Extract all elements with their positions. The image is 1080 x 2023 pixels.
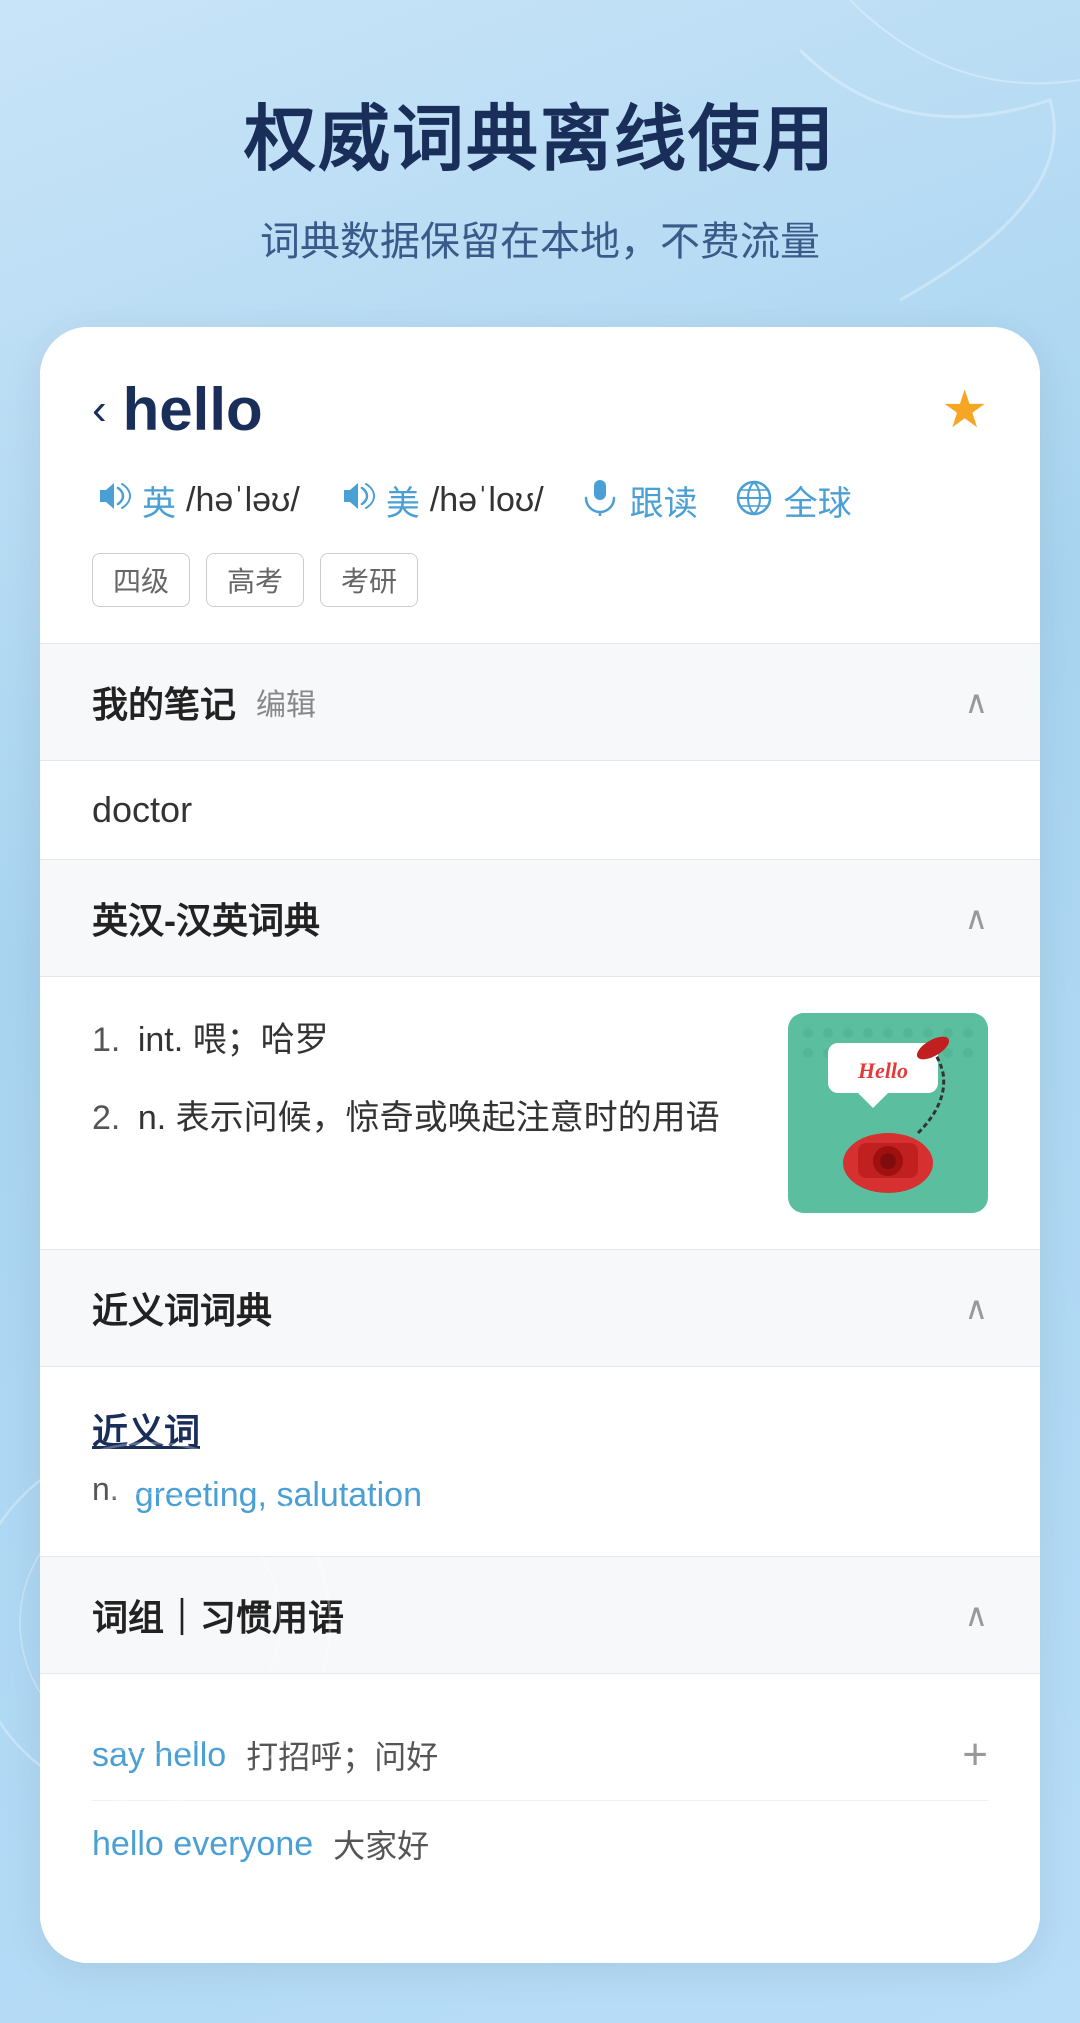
notes-edit-button[interactable]: 编辑 [256, 680, 316, 724]
british-label: 英 [142, 476, 176, 525]
dictionary-section-header[interactable]: 英汉-汉英词典 ∧ [40, 860, 1040, 976]
hello-image: Hello [788, 1013, 988, 1213]
dictionary-title: 英汉-汉英词典 [92, 892, 320, 944]
svg-text:Hello: Hello [857, 1058, 908, 1083]
favorite-star-icon[interactable]: ★ [941, 380, 988, 440]
tag-gaokao: 高考 [206, 553, 304, 607]
definition-1: 1. int. 喂；哈罗 [92, 1013, 764, 1067]
synonyms-label: 近义词 [92, 1403, 988, 1455]
dictionary-chevron-icon: ∧ [965, 899, 988, 937]
speaker-icon [92, 476, 132, 525]
word-heading: hello [123, 375, 263, 444]
synonyms-chevron-icon: ∧ [965, 1289, 988, 1327]
hero-subtitle: 词典数据保留在本地，不费流量 [40, 209, 1040, 267]
page-bottom-space [0, 1963, 1080, 2023]
phrases-chevron-icon: ∧ [965, 1596, 988, 1634]
definition-2: 2. n. 表示问候，惊奇或唤起注意时的用语 [92, 1091, 764, 1145]
american-label: 美 [386, 476, 420, 525]
notes-title: 我的笔记 [92, 676, 236, 728]
word-tags: 四级 高考 考研 [92, 553, 988, 607]
dictionary-content: 1. int. 喂；哈罗 2. n. 表示问候，惊奇或唤起注意时的用语 [40, 977, 1040, 1249]
synonyms-words[interactable]: greeting, salutation [135, 1476, 422, 1515]
phrases-title: 词组｜习惯用语 [92, 1589, 344, 1641]
follow-read-label: 跟读 [630, 476, 698, 525]
def-text-2: n. 表示问候，惊奇或唤起注意时的用语 [138, 1099, 720, 1137]
dictionary-card: ‹ hello ★ 英 /həˈləʊ/ [40, 327, 1040, 1963]
notes-content: doctor [40, 761, 1040, 859]
follow-read-button[interactable]: 跟读 [580, 476, 698, 525]
phrase-add-button-1[interactable]: + [962, 1730, 988, 1780]
tag-postgrad: 考研 [320, 553, 418, 607]
american-phonetic: /həˈloʊ/ [430, 481, 544, 520]
notes-text: doctor [92, 789, 192, 830]
phrase-word-2[interactable]: hello everyone [92, 1825, 313, 1864]
tag-cet4: 四级 [92, 553, 190, 607]
hero-title: 权威词典离线使用 [40, 80, 1040, 185]
british-pronunciation[interactable]: 英 /həˈləʊ/ [92, 476, 300, 525]
word-header: ‹ hello ★ 英 /həˈləʊ/ [40, 327, 1040, 643]
speaker-icon-2 [336, 476, 376, 525]
back-button[interactable]: ‹ [92, 388, 107, 432]
global-label: 全球 [784, 476, 852, 525]
definitions-list: 1. int. 喂；哈罗 2. n. 表示问候，惊奇或唤起注意时的用语 [92, 1013, 764, 1213]
phrase-word-1[interactable]: say hello [92, 1736, 226, 1775]
phrase-meaning-1: 打招呼；问好 [246, 1732, 438, 1778]
phrases-section-header[interactable]: 词组｜习惯用语 ∧ [40, 1557, 1040, 1673]
british-phonetic: /həˈləʊ/ [186, 481, 300, 520]
mic-icon [580, 476, 620, 525]
pronunciation-row: 英 /həˈləʊ/ 美 /həˈloʊ/ [92, 476, 988, 525]
global-button[interactable]: 全球 [734, 476, 852, 525]
phrase-meaning-2: 大家好 [333, 1821, 429, 1867]
synonyms-section-header[interactable]: 近义词词典 ∧ [40, 1250, 1040, 1366]
notes-chevron-icon: ∧ [965, 683, 988, 721]
bottom-space [40, 1923, 1040, 1963]
american-pronunciation[interactable]: 美 /həˈloʊ/ [336, 476, 544, 525]
globe-icon [734, 478, 774, 523]
notes-section-header[interactable]: 我的笔记 编辑 ∧ [40, 644, 1040, 760]
synonyms-title: 近义词词典 [92, 1282, 272, 1334]
def-text-1: int. 喂；哈罗 [138, 1021, 329, 1059]
phrase-item-1: say hello 打招呼；问好 + [92, 1710, 988, 1800]
def-num-2: 2. [92, 1099, 120, 1137]
synonyms-content: 近义词 n. greeting, salutation [40, 1367, 1040, 1556]
hero-section: 权威词典离线使用 词典数据保留在本地，不费流量 [0, 0, 1080, 327]
synonyms-part: n. [92, 1471, 119, 1508]
def-num-1: 1. [92, 1021, 120, 1059]
phrases-content: say hello 打招呼；问好 + hello everyone 大家好 [40, 1674, 1040, 1923]
phrase-item-2: hello everyone 大家好 [92, 1800, 988, 1887]
